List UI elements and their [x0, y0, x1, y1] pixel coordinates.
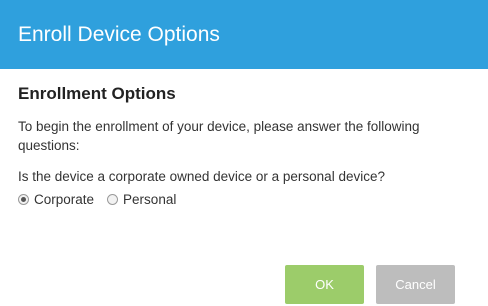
dialog-title: Enroll Device Options	[0, 0, 488, 69]
dialog-content: Enrollment Options To begin the enrollme…	[0, 69, 488, 207]
ok-button[interactable]: OK	[285, 265, 364, 304]
radio-corporate-label[interactable]: Corporate	[34, 192, 94, 207]
ownership-radio-group: Corporate Personal	[18, 192, 470, 207]
intro-text: To begin the enrollment of your device, …	[18, 119, 420, 153]
radio-personal-button[interactable]	[107, 194, 119, 205]
radio-option-personal[interactable]: Personal	[107, 192, 176, 207]
enroll-device-dialog: Enroll Device Options Enrollment Options…	[0, 0, 488, 306]
cancel-button[interactable]: Cancel	[376, 265, 455, 304]
section-title: Enrollment Options	[18, 84, 176, 103]
dialog-buttons: OK Cancel	[285, 265, 455, 304]
radio-corporate-button[interactable]	[18, 194, 29, 205]
ownership-question: Is the device a corporate owned device o…	[18, 169, 385, 184]
radio-personal-label[interactable]: Personal	[123, 192, 176, 207]
radio-option-corporate[interactable]: Corporate	[18, 192, 94, 207]
